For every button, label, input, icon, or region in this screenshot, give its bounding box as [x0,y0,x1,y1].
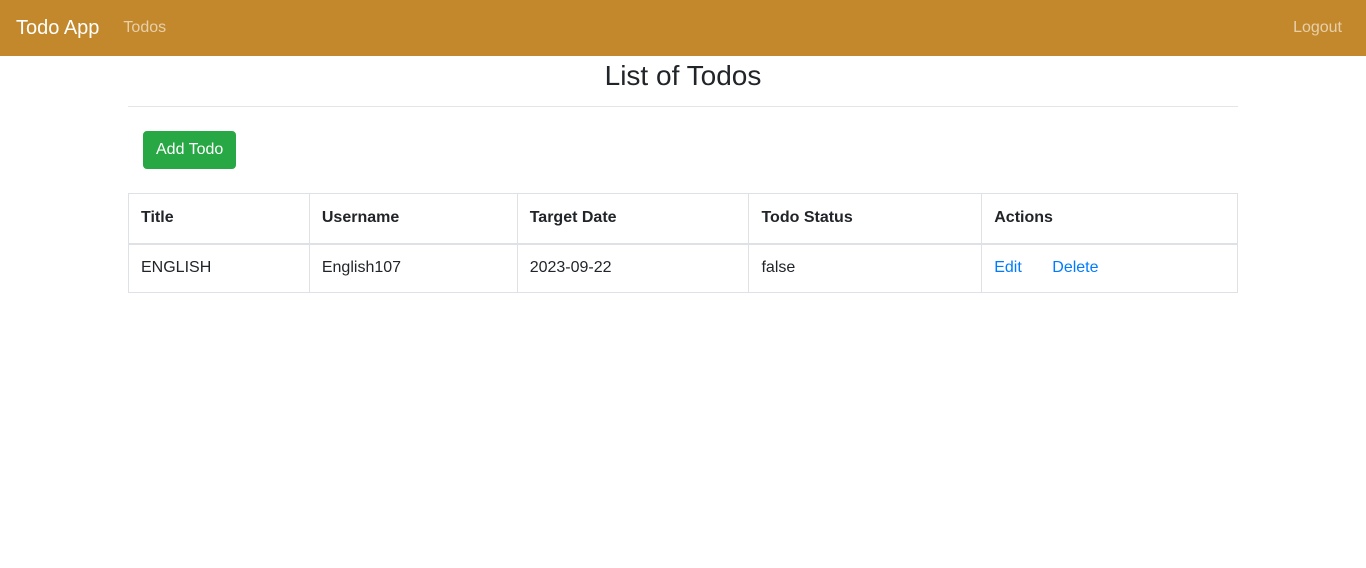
edit-link[interactable]: Edit [994,259,1022,276]
cell-target-date: 2023-09-22 [516,243,750,293]
cell-username: English107 [308,243,518,293]
header-title: Title [128,193,310,245]
cell-status: false [748,243,983,293]
header-todo-status: Todo Status [748,193,983,245]
cell-title: ENGLISH [128,243,310,293]
top-navbar: Todo App Todos Logout [0,0,1366,56]
table-body: ENGLISH English107 2023-09-22 false Edit… [128,243,1238,293]
toolbar: Add Todo [128,115,1238,193]
page-title: List of Todos [604,60,762,91]
main-container: List of Todos Add Todo Title Username Ta… [128,56,1238,293]
header-actions: Actions [981,193,1238,245]
table-header: Title Username Target Date Todo Status A… [128,193,1238,245]
nav-link-todos[interactable]: Todos [123,19,166,37]
logout-link[interactable]: Logout [1293,19,1342,37]
brand-link[interactable]: Todo App [16,18,99,38]
header-row: Title Username Target Date Todo Status A… [128,193,1238,245]
delete-link[interactable]: Delete [1052,259,1098,276]
header-target-date: Target Date [516,193,750,245]
cell-actions: Edit Delete [981,243,1238,293]
todos-table: Title Username Target Date Todo Status A… [128,193,1238,293]
title-divider [128,106,1238,107]
header-username: Username [308,193,518,245]
table-row: ENGLISH English107 2023-09-22 false Edit… [128,243,1238,293]
add-todo-button[interactable]: Add Todo [143,131,237,169]
